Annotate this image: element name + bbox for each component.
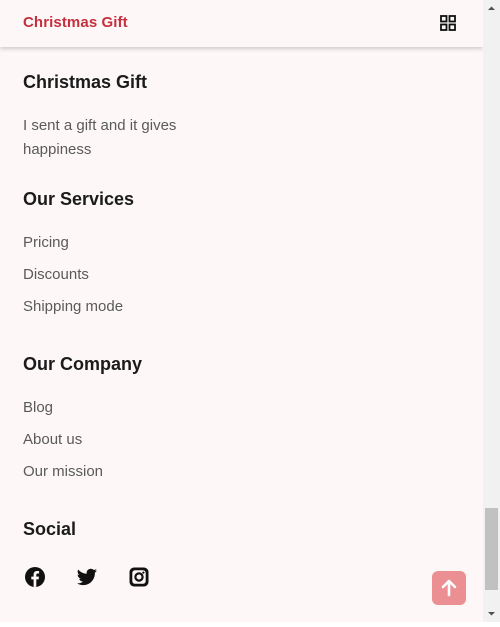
arrow-up-icon (441, 579, 457, 597)
link-discounts[interactable]: Discounts (23, 265, 89, 285)
about-title: Christmas Gift (23, 72, 148, 92)
scroll-up-arrow-icon[interactable] (483, 0, 500, 17)
scroll-to-top-button[interactable] (432, 571, 466, 605)
company-title: Our Company (23, 354, 143, 374)
instagram-icon[interactable] (128, 566, 150, 588)
about-description: I sent a gift and it gives happiness (23, 117, 177, 158)
link-pricing[interactable]: Pricing (23, 233, 69, 253)
link-our-mission[interactable]: Our mission (23, 462, 103, 482)
page-viewport: Christmas Gift Christmas Gift I sent a g… (0, 0, 483, 622)
facebook-icon[interactable] (24, 566, 46, 588)
link-blog[interactable]: Blog (23, 398, 53, 418)
grid-icon[interactable] (440, 15, 456, 31)
brand-logo-link[interactable]: Christmas Gift (23, 14, 128, 31)
scrollbar-thumb[interactable] (485, 508, 498, 590)
social-title: Social (23, 519, 77, 539)
scroll-down-arrow-icon[interactable] (483, 605, 500, 622)
twitter-icon[interactable] (76, 566, 98, 588)
services-title: Our Services (23, 189, 135, 209)
link-shipping-mode[interactable]: Shipping mode (23, 297, 123, 317)
vertical-scrollbar[interactable] (483, 0, 500, 622)
link-about-us[interactable]: About us (23, 430, 82, 450)
top-header: Christmas Gift (0, 0, 483, 47)
